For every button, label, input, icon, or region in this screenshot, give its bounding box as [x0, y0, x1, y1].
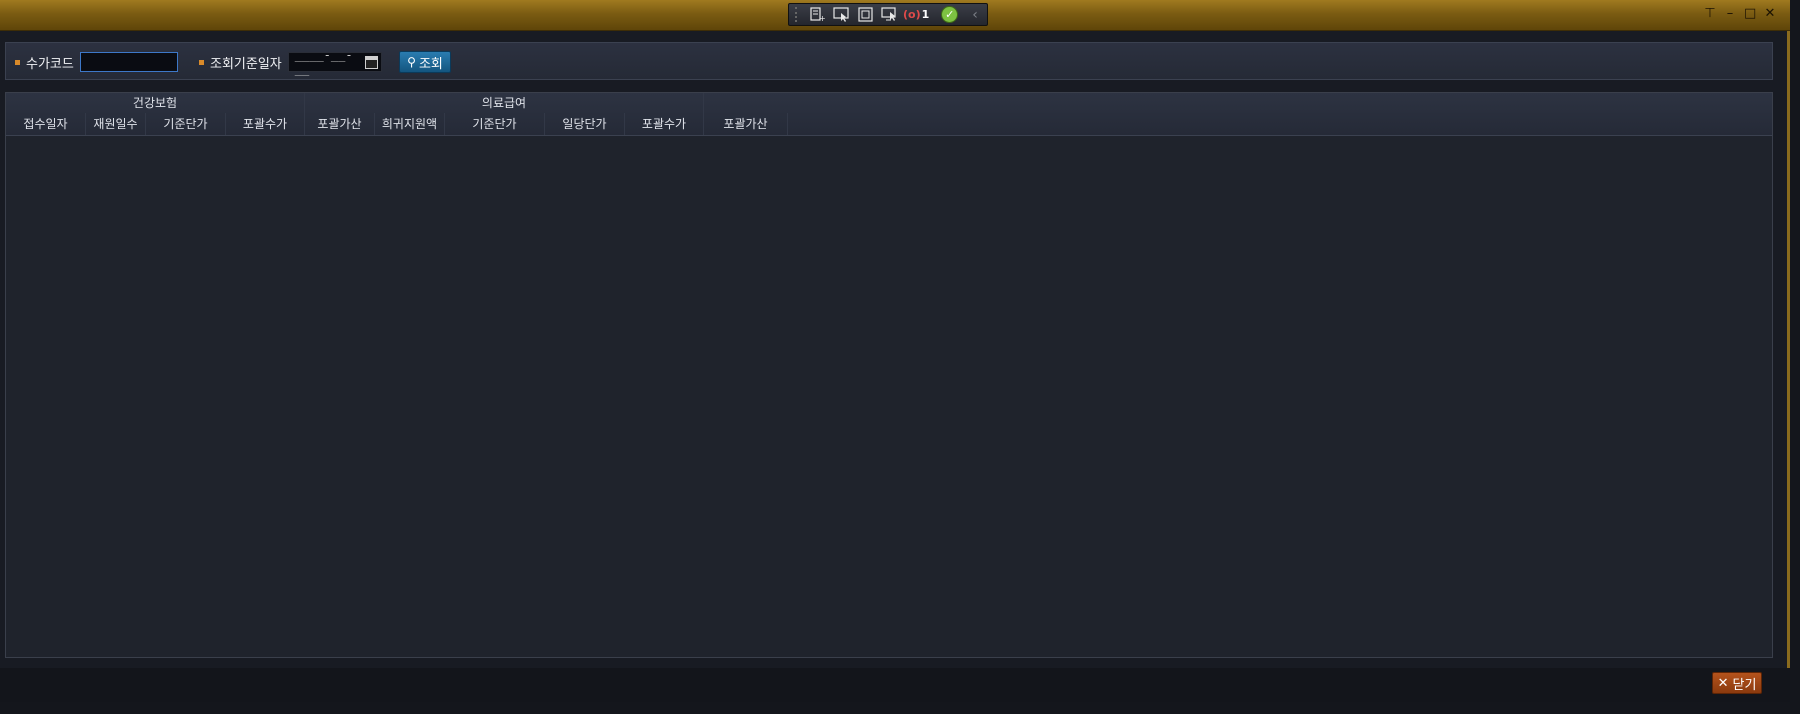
close-button[interactable]: ✕ 닫기: [1712, 672, 1762, 694]
code-field-group: 수가코드: [15, 52, 178, 72]
report-add-icon[interactable]: +: [807, 6, 827, 24]
col-header[interactable]: 포괄가산: [704, 113, 788, 135]
floating-toolbar: + (o) 1 ✓ ‹: [788, 3, 988, 26]
grid-header: 건강보험 의료급여 접수일자 재원일수 기준단가 포괄수가 포괄가산 희귀지원액…: [6, 93, 1772, 136]
col-header[interactable]: 접수일자: [6, 113, 86, 135]
check-icon[interactable]: ✓: [941, 6, 959, 23]
date-value: ____-__-__: [294, 48, 353, 76]
data-grid[interactable]: 건강보험 의료급여 접수일자 재원일수 기준단가 포괄수가 포괄가산 희귀지원액…: [5, 92, 1773, 658]
search-panel: 수가코드 조회기준일자 ____-__-__ ⚲ 조회: [5, 42, 1773, 80]
close-icon: ✕: [1717, 675, 1729, 691]
code-input[interactable]: [79, 52, 178, 72]
bottom-bar: ✕ 닫기: [0, 668, 1790, 702]
date-field-group: 조회기준일자 ____-__-__: [199, 48, 382, 76]
calendar-icon[interactable]: [365, 55, 378, 69]
close-button-label: 닫기: [1732, 677, 1757, 693]
col-header[interactable]: 재원일수: [86, 113, 146, 135]
search-button[interactable]: ⚲ 조회: [399, 51, 451, 73]
toolbar-grip[interactable]: [795, 7, 801, 22]
col-header[interactable]: 기준단가: [146, 113, 226, 135]
required-bullet-icon: [199, 59, 204, 65]
minimize-button[interactable]: –: [1724, 6, 1736, 22]
group-health-insurance: 건강보험: [6, 93, 305, 113]
alarm-icon[interactable]: (o) 1: [903, 6, 929, 24]
col-header[interactable]: 포괄수가: [625, 113, 704, 135]
col-header[interactable]: 일당단가: [545, 113, 625, 135]
code-label: 수가코드: [26, 56, 74, 72]
group-medical-aid: 의료급여: [305, 93, 704, 113]
screen-pointer-icon[interactable]: [879, 6, 899, 24]
search-icon: ⚲: [407, 55, 416, 69]
close-window-button[interactable]: ✕: [1764, 6, 1776, 22]
title-bar[interactable]: + (o) 1 ✓ ‹ ⊤ – □ ✕: [0, 0, 1790, 31]
pin-icon[interactable]: ⊤: [1704, 6, 1716, 22]
alarm-count: 1: [921, 8, 930, 21]
date-input[interactable]: ____-__-__: [287, 48, 382, 76]
frame-icon[interactable]: [855, 6, 875, 24]
col-header[interactable]: 기준단가: [445, 113, 545, 135]
chevron-left-icon[interactable]: ‹: [972, 7, 978, 23]
search-button-label: 조회: [418, 56, 443, 72]
required-bullet-icon: [15, 59, 20, 65]
col-header[interactable]: 포괄가산: [305, 113, 375, 135]
window-controls: ⊤ – □ ✕: [1704, 6, 1776, 22]
svg-text:+: +: [819, 14, 826, 22]
date-label: 조회기준일자: [210, 56, 282, 72]
col-header[interactable]: 희귀지원액: [375, 113, 445, 135]
main-window: + (o) 1 ✓ ‹ ⊤ – □ ✕ 수가코드 조회기준일자 ____-__-…: [0, 0, 1790, 702]
col-header[interactable]: 포괄수가: [226, 113, 305, 135]
pointer-select-icon[interactable]: [831, 6, 851, 24]
maximize-button[interactable]: □: [1744, 6, 1756, 22]
